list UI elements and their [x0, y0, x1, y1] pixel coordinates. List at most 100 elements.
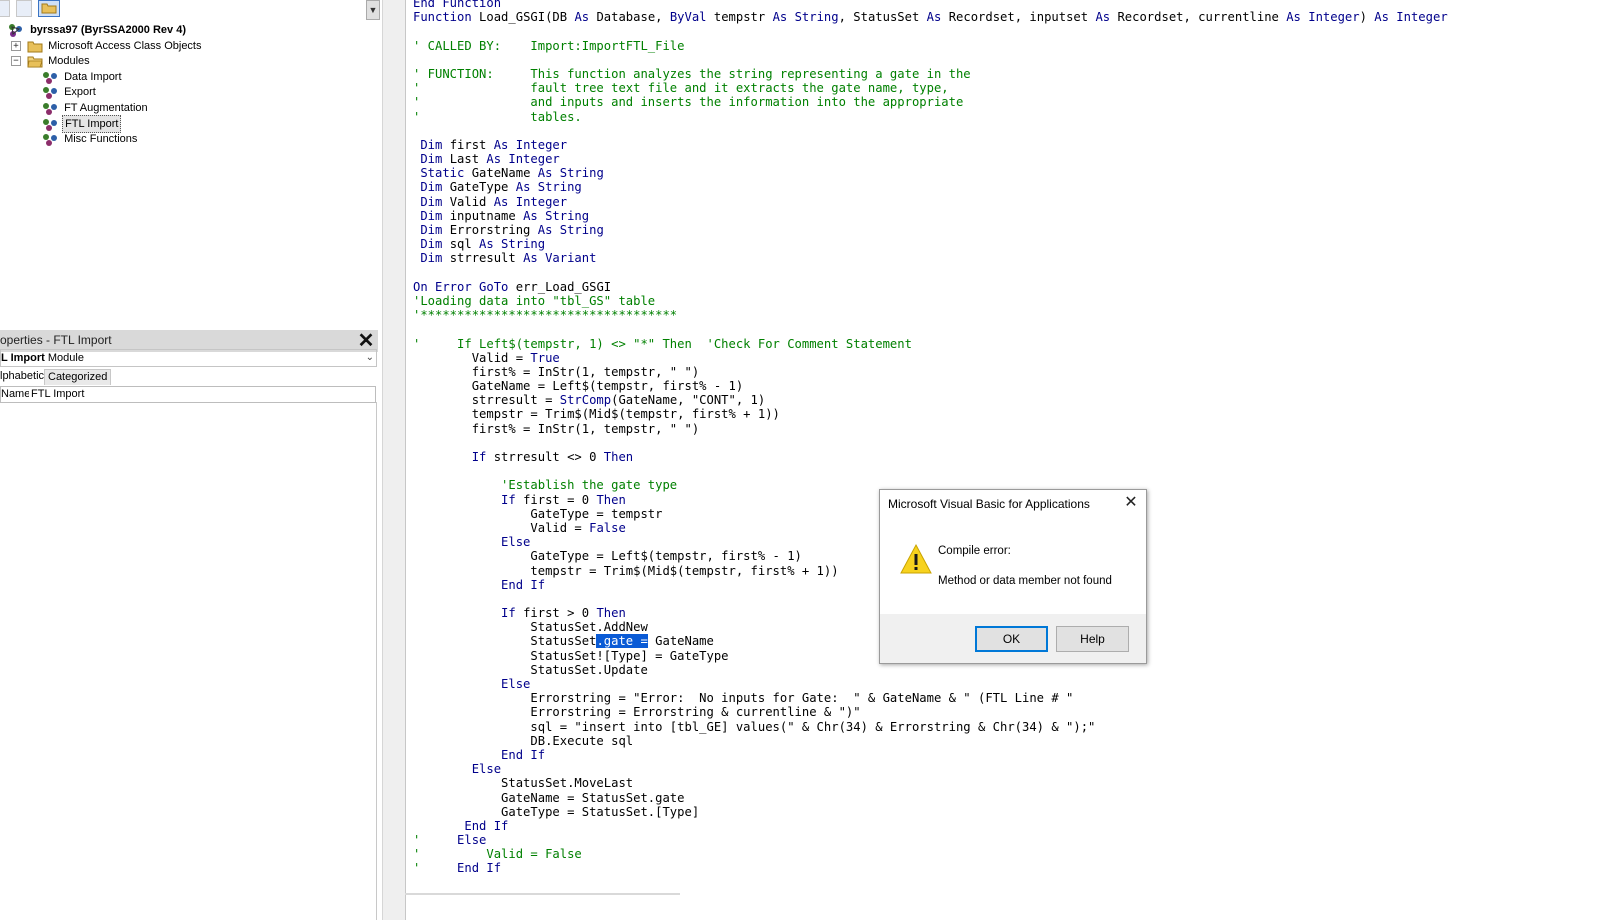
code-keyword: Dim [413, 237, 450, 252]
tree-module-export[interactable]: Export [42, 84, 98, 100]
code-line[interactable]: tempstr = Trim$(Mid$(tempstr, first% + 1… [413, 407, 1448, 421]
ok-button[interactable]: OK [975, 626, 1048, 652]
code-line[interactable] [413, 24, 1448, 38]
code-line[interactable]: Errorstring = Errorstring & currentline … [413, 705, 1448, 719]
code-line[interactable] [413, 436, 1448, 450]
code-line[interactable]: DB.Execute sql [413, 734, 1448, 748]
code-line[interactable]: Static GateName As String [413, 166, 1448, 180]
pane-splitter[interactable] [382, 0, 406, 920]
code-line[interactable]: ' FUNCTION: This function analyzes the s… [413, 67, 1448, 81]
help-button[interactable]: Help [1056, 626, 1129, 652]
tree-module-ftl-import[interactable]: FTL Import [42, 115, 122, 133]
expand-icon[interactable]: + [11, 41, 21, 51]
code-line[interactable]: End Function [413, 0, 1448, 10]
code-line[interactable] [413, 322, 1448, 336]
tab-alphabetic[interactable]: lphabetic [0, 369, 47, 384]
code-line[interactable]: ' CALLED BY: Import:ImportFTL_File [413, 39, 1448, 53]
view-object-button[interactable] [16, 0, 32, 17]
code-line[interactable] [413, 266, 1448, 280]
tree-module-misc-functions[interactable]: Misc Functions [42, 131, 139, 147]
code-line[interactable]: ' End If [413, 861, 1448, 875]
properties-grid: Name) FTL Import [0, 386, 376, 403]
tab-categorized[interactable]: Categorized [44, 369, 112, 385]
code-line[interactable]: Dim sql As String [413, 237, 1448, 251]
code-line[interactable]: GateName = StatusSet.gate [413, 791, 1448, 805]
left-panes: ▼ byrssa97 (ByrSSA2000 Rev 4) + Microsof… [0, 0, 382, 920]
code-line[interactable] [413, 53, 1448, 67]
code-line[interactable]: End If [413, 819, 1448, 833]
code-token: Valid = [413, 520, 590, 535]
code-line[interactable]: Else [413, 677, 1448, 691]
scroll-down-button[interactable]: ▼ [366, 0, 380, 20]
horizontal-scrollbar[interactable] [405, 893, 680, 895]
code-token: StatusSet [413, 634, 597, 649]
close-icon[interactable]: ✕ [1122, 494, 1140, 512]
code-line[interactable] [413, 464, 1448, 478]
chevron-down-icon[interactable]: ⌄ [366, 350, 374, 366]
code-line[interactable]: Valid = True [413, 351, 1448, 365]
code-keyword: As String [537, 223, 604, 237]
tree-module-ft-augmentation[interactable]: FT Augmentation [42, 100, 150, 116]
code-keyword: Else [413, 535, 531, 550]
code-line[interactable]: ' Else [413, 833, 1448, 847]
code-line[interactable]: GateName = Left$(tempstr, first% - 1) [413, 379, 1448, 393]
folder-icon [27, 41, 43, 53]
dialog-title: Microsoft Visual Basic for Applications [888, 497, 1090, 511]
property-value[interactable]: FTL Import [31, 387, 84, 402]
code-token: sql = "insert into [tbl_GE] values(" & C… [413, 719, 1096, 734]
code-keyword: Dim [413, 180, 450, 195]
code-token: first [449, 137, 494, 152]
code-line[interactable]: Dim Valid As Integer [413, 195, 1448, 209]
view-code-button[interactable] [0, 0, 10, 17]
code-line[interactable]: '*********************************** [413, 308, 1448, 322]
code-line[interactable]: On Error GoTo err_Load_GSGI [413, 280, 1448, 294]
tree-folder-class-objects[interactable]: + Microsoft Access Class Objects [11, 38, 204, 54]
code-line[interactable]: Dim first As Integer [413, 138, 1448, 152]
collapse-icon[interactable]: − [11, 56, 21, 66]
tree-folder-modules[interactable]: − Modules [11, 53, 92, 69]
code-line[interactable]: ' and inputs and inserts the information… [413, 95, 1448, 109]
code-comment: ' and inputs and inserts the information… [413, 95, 964, 110]
code-keyword: As [1095, 10, 1118, 25]
code-line[interactable]: Else [413, 762, 1448, 776]
code-line[interactable]: first% = InStr(1, tempstr, " ") [413, 365, 1448, 379]
code-line[interactable]: End If [413, 748, 1448, 762]
code-keyword: Else [413, 762, 502, 777]
close-icon[interactable]: ✕ [356, 331, 376, 351]
code-token: strresult [449, 251, 524, 266]
code-line[interactable]: If strresult <> 0 Then [413, 450, 1448, 464]
code-line[interactable]: Dim inputname As String [413, 209, 1448, 223]
warning-icon [900, 543, 932, 574]
code-line[interactable]: ' If Left$(tempstr, 1) <> "*" Then 'Chec… [413, 337, 1448, 351]
code-line[interactable] [413, 124, 1448, 138]
code-keyword: ByVal [669, 10, 714, 25]
code-line[interactable]: Dim Last As Integer [413, 152, 1448, 166]
code-line[interactable]: ' fault tree text file and it extracts t… [413, 81, 1448, 95]
tree-module-data-import[interactable]: Data Import [42, 69, 124, 85]
code-token: Recordset, inputset [948, 10, 1096, 25]
code-token: Errorstring = "Error: No inputs for Gate… [413, 691, 1074, 706]
code-line[interactable]: 'Loading data into "tbl_GS" table [413, 294, 1448, 308]
code-line[interactable]: first% = InStr(1, tempstr, " ") [413, 422, 1448, 436]
code-line[interactable]: Dim strresult As Variant [413, 251, 1448, 265]
code-line[interactable]: StatusSet.Update [413, 663, 1448, 677]
code-keyword: As [574, 10, 597, 25]
object-selector[interactable]: L Import Module ⌄ [0, 349, 377, 367]
code-line[interactable]: StatusSet.MoveLast [413, 776, 1448, 790]
code-line[interactable]: Errorstring = "Error: No inputs for Gate… [413, 691, 1448, 705]
code-keyword: As Integer [1286, 10, 1360, 25]
tree-root[interactable]: byrssa97 (ByrSSA2000 Rev 4) [0, 22, 188, 38]
code-line[interactable]: sql = "insert into [tbl_GE] values(" & C… [413, 720, 1448, 734]
code-line[interactable]: strresult = StrComp(GateName, "CONT", 1) [413, 393, 1448, 407]
code-line[interactable]: Dim Errorstring As String [413, 223, 1448, 237]
code-line[interactable]: GateType = StatusSet.[Type] [413, 805, 1448, 819]
code-text[interactable]: End Function Function Load_GSGI(DB As Dat… [413, 0, 1448, 876]
properties-body [0, 402, 377, 920]
code-line[interactable]: ' tables. [413, 110, 1448, 124]
code-window[interactable]: End Function Function Load_GSGI(DB As Dat… [405, 0, 1613, 920]
code-keyword: Else [413, 677, 531, 691]
toggle-folders-button[interactable] [38, 0, 60, 17]
code-line[interactable]: Function Load_GSGI(DB As Database, ByVal… [413, 10, 1448, 24]
code-line[interactable]: ' Valid = False [413, 847, 1448, 861]
code-line[interactable]: Dim GateType As String [413, 180, 1448, 194]
